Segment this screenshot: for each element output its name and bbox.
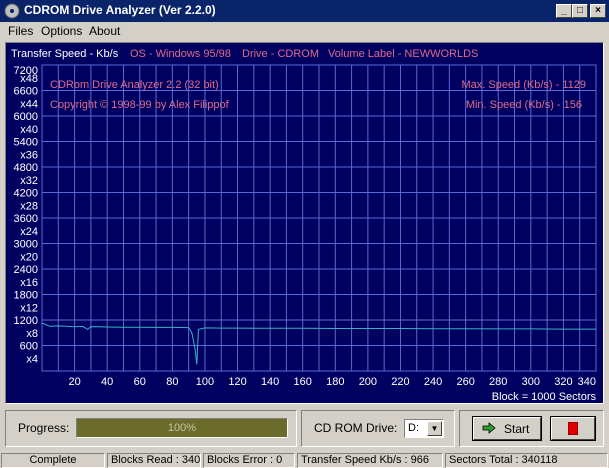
status-sectors-total: Sectors Total : 340118 bbox=[445, 453, 608, 468]
y-multiplier-label: x48 bbox=[20, 73, 38, 85]
y-tick-label: 2400 bbox=[14, 264, 38, 276]
y-multiplier-label: x32 bbox=[20, 175, 38, 187]
menu-bar: Files Options About bbox=[0, 22, 609, 40]
x-tick-label: 260 bbox=[456, 376, 474, 388]
status-blocks-error: Blocks Error : 0 bbox=[203, 453, 295, 468]
y-multiplier-label: x4 bbox=[26, 353, 38, 365]
x-tick-label: 320 bbox=[554, 376, 572, 388]
y-multiplier-label: x36 bbox=[20, 149, 38, 161]
y-tick-label: 1200 bbox=[14, 315, 38, 327]
x-tick-label: 160 bbox=[294, 376, 312, 388]
y-multiplier-label: x8 bbox=[26, 328, 38, 340]
window-title: CDROM Drive Analyzer (Ver 2.2.0) bbox=[24, 3, 216, 17]
y-multiplier-label: x24 bbox=[20, 226, 38, 238]
menu-options[interactable]: Options bbox=[41, 24, 82, 38]
x-tick-label: 220 bbox=[391, 376, 409, 388]
drive-label: Drive - CDROM bbox=[242, 48, 319, 60]
max-speed-label: Max. Speed (Kb/s) - 1129 bbox=[461, 79, 586, 91]
x-tick-label: 40 bbox=[101, 376, 113, 388]
x-axis-label: Block = 1000 Sectors bbox=[492, 391, 597, 403]
x-tick-label: 120 bbox=[228, 376, 246, 388]
x-tick-label: 240 bbox=[424, 376, 442, 388]
x-tick-label: 60 bbox=[134, 376, 146, 388]
minimize-button[interactable]: _ bbox=[556, 4, 572, 18]
x-tick-label: 200 bbox=[359, 376, 377, 388]
menu-about[interactable]: About bbox=[89, 24, 120, 38]
close-button[interactable]: × bbox=[590, 4, 606, 18]
chevron-down-icon[interactable]: ▼ bbox=[427, 421, 442, 436]
start-button-label: Start bbox=[504, 422, 530, 436]
chart-panel: Transfer Speed - Kb/s OS - Windows 95/98… bbox=[5, 42, 604, 404]
x-tick-label: 340 bbox=[578, 376, 596, 388]
y-tick-label: 3600 bbox=[14, 213, 38, 225]
status-transfer-speed: Transfer Speed Kb/s : 966 bbox=[297, 453, 443, 468]
os-label: OS - Windows 95/98 bbox=[130, 48, 231, 60]
y-tick-label: 3000 bbox=[14, 239, 38, 251]
cd-app-icon bbox=[4, 3, 20, 19]
stop-button[interactable] bbox=[550, 416, 596, 441]
status-state: Complete bbox=[1, 453, 105, 468]
y-multiplier-label: x44 bbox=[20, 98, 38, 110]
progress-label: Progress: bbox=[18, 421, 70, 435]
arrow-right-icon bbox=[482, 422, 496, 434]
y-multiplier-label: x28 bbox=[20, 200, 38, 212]
y-multiplier-label: x16 bbox=[20, 277, 38, 289]
status-bar: Complete Blocks Read : 340 Blocks Error … bbox=[0, 452, 609, 468]
progress-bar: 100% bbox=[76, 418, 288, 438]
y-tick-label: 4200 bbox=[14, 188, 38, 200]
stop-icon bbox=[568, 422, 578, 435]
y-tick-label: 6600 bbox=[14, 86, 38, 98]
drive-select[interactable]: D: ▼ bbox=[404, 419, 444, 438]
x-tick-label: 300 bbox=[522, 376, 540, 388]
drive-label: CD ROM Drive: bbox=[314, 421, 398, 435]
x-tick-label: 180 bbox=[326, 376, 344, 388]
x-tick-label: 20 bbox=[68, 376, 80, 388]
drive-select-value: D: bbox=[408, 422, 419, 434]
maximize-button[interactable]: □ bbox=[572, 4, 588, 18]
y-tick-label: 600 bbox=[20, 341, 38, 353]
x-tick-label: 80 bbox=[166, 376, 178, 388]
volume-label: Volume Label - NEWWORLDS bbox=[328, 48, 478, 60]
y-multiplier-label: x40 bbox=[20, 124, 38, 136]
x-tick-label: 140 bbox=[261, 376, 279, 388]
chart-title: Transfer Speed - Kb/s bbox=[11, 48, 119, 60]
x-tick-label: 100 bbox=[196, 376, 214, 388]
y-tick-label: 4800 bbox=[14, 162, 38, 174]
product-label: CDRom Drive Analyzer 2.2 (32 bit) bbox=[50, 79, 219, 91]
copyright-label: Copyright © 1998-99 by Alex Filippof bbox=[50, 99, 230, 111]
y-tick-label: 5400 bbox=[14, 137, 38, 149]
progress-text: 100% bbox=[167, 422, 197, 434]
min-speed-label: Min. Speed (Kb/s) - 156 bbox=[466, 99, 582, 111]
y-tick-label: 1800 bbox=[14, 290, 38, 302]
title-bar: CDROM Drive Analyzer (Ver 2.2.0) _ □ × bbox=[0, 0, 609, 22]
y-multiplier-label: x12 bbox=[20, 302, 38, 314]
start-button[interactable]: Start bbox=[472, 416, 542, 441]
menu-files[interactable]: Files bbox=[8, 24, 33, 38]
x-tick-label: 280 bbox=[489, 376, 507, 388]
y-tick-label: 6000 bbox=[14, 111, 38, 123]
y-multiplier-label: x20 bbox=[20, 251, 38, 263]
status-blocks-read: Blocks Read : 340 bbox=[107, 453, 201, 468]
transfer-speed-chart: Transfer Speed - Kb/s OS - Windows 95/98… bbox=[6, 43, 603, 403]
